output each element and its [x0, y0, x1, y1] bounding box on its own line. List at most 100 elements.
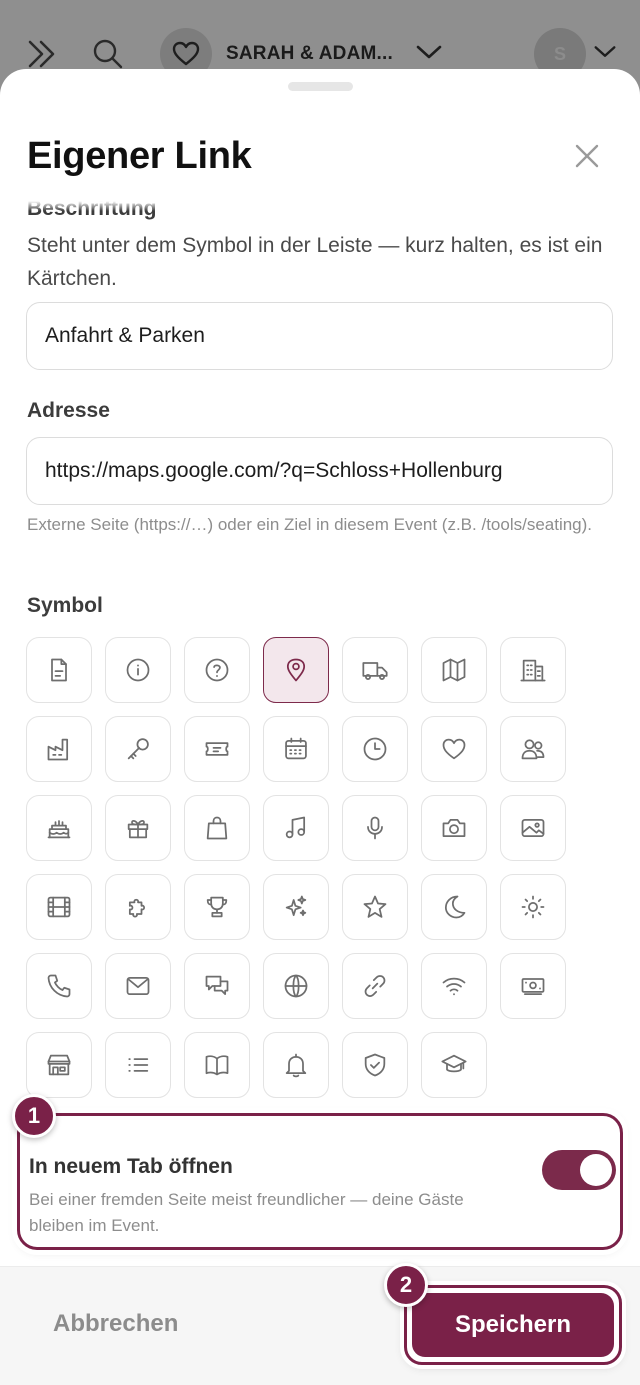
symbol-tile-globe[interactable]: [263, 953, 329, 1019]
symbol-tile-map[interactable]: [421, 637, 487, 703]
book-icon: [205, 1055, 229, 1076]
address-input[interactable]: https://maps.google.com/?q=Schloss+Holle…: [26, 437, 613, 505]
symbol-tile-sparkles[interactable]: [263, 874, 329, 940]
save-button[interactable]: Speichern: [412, 1293, 614, 1357]
users-icon: [521, 739, 545, 760]
cake-icon: [47, 820, 71, 839]
symbol-tile-factory[interactable]: [26, 716, 92, 782]
symbol-tile-phone[interactable]: [26, 953, 92, 1019]
calendar-icon: [285, 737, 307, 760]
clock-icon: [363, 737, 387, 761]
info-icon: [126, 658, 150, 682]
symbol-tile-moon[interactable]: [421, 874, 487, 940]
symbol-tile-music[interactable]: [263, 795, 329, 861]
building-icon: [520, 659, 546, 682]
camera-icon: [442, 818, 466, 838]
symbol-tile-gift[interactable]: [105, 795, 171, 861]
symbol-tile-question[interactable]: [184, 637, 250, 703]
search-icon[interactable]: [88, 34, 128, 74]
symbol-tile-shield[interactable]: [342, 1032, 408, 1098]
key-icon: [127, 738, 149, 760]
puzzle-icon: [128, 898, 145, 918]
microphone-icon: [367, 816, 383, 840]
globe-icon: [284, 974, 308, 998]
sheet-scroll-area[interactable]: Beschriftung Steht unter dem Symbol in d…: [0, 199, 640, 1251]
sheet-title: Eigener Link: [27, 135, 252, 177]
symbol-tile-graduation-cap[interactable]: [421, 1032, 487, 1098]
symbol-tile-heart[interactable]: [421, 716, 487, 782]
moon-icon: [444, 895, 466, 919]
symbol-tile-clock[interactable]: [342, 716, 408, 782]
symbol-tile-mail[interactable]: [105, 953, 171, 1019]
symbol-tile-microphone[interactable]: [342, 795, 408, 861]
step-badge-2: 2: [384, 1263, 428, 1307]
money-icon: [521, 978, 545, 996]
question-icon: [205, 658, 229, 682]
symbol-tile-trophy[interactable]: [184, 874, 250, 940]
music-icon: [285, 816, 306, 839]
sheet-drag-handle[interactable]: [288, 82, 353, 91]
phone-icon: [47, 974, 71, 998]
trophy-icon: [206, 896, 228, 918]
symbol-tile-wifi[interactable]: [421, 953, 487, 1019]
ticket-icon: [205, 742, 229, 756]
symbol-tile-store[interactable]: [26, 1032, 92, 1098]
sparkles-icon: [285, 895, 307, 917]
star-icon: [363, 895, 387, 918]
new-tab-setting[interactable]: In neuem Tab öffnen Bei einer fremden Se…: [17, 1113, 623, 1250]
wifi-icon: [442, 977, 466, 996]
symbol-tile-link[interactable]: [342, 953, 408, 1019]
symbol-tile-sun[interactable]: [500, 874, 566, 940]
symbol-tile-map-pin[interactable]: [263, 637, 329, 703]
symbol-tile-camera[interactable]: [421, 795, 487, 861]
symbol-tile-calendar[interactable]: [263, 716, 329, 782]
film-icon: [47, 896, 71, 918]
step-badge-1: 1: [12, 1094, 56, 1138]
symbol-tile-bell[interactable]: [263, 1032, 329, 1098]
symbol-tile-book[interactable]: [184, 1032, 250, 1098]
new-tab-description: Bei einer fremden Seite meist freundlich…: [29, 1190, 464, 1235]
symbol-tile-truck[interactable]: [342, 637, 408, 703]
map-icon: [442, 658, 466, 682]
event-name: SARAH & ADAM...: [226, 43, 393, 64]
cancel-button[interactable]: Abbrechen: [53, 1310, 178, 1338]
heart-icon: [442, 738, 466, 760]
symbol-tile-info[interactable]: [105, 637, 171, 703]
address-hint: Externe Seite (https://…) oder ein Ziel …: [27, 515, 593, 534]
symbol-tile-chat[interactable]: [184, 953, 250, 1019]
image-icon: [521, 818, 545, 838]
graduation-cap-icon: [441, 1054, 467, 1073]
symbol-tile-ticket[interactable]: [184, 716, 250, 782]
expand-menu-icon[interactable]: [24, 34, 64, 74]
account-chevron-down-icon[interactable]: [592, 42, 620, 66]
address-input-value: https://maps.google.com/?q=Schloss+Holle…: [45, 459, 503, 482]
new-tab-title: In neuem Tab öffnen: [29, 1155, 233, 1178]
symbol-tile-shopping-bag[interactable]: [184, 795, 250, 861]
symbol-tile-document[interactable]: [26, 637, 92, 703]
symbol-tile-film[interactable]: [26, 874, 92, 940]
bell-icon: [285, 1053, 307, 1078]
symbol-tile-building[interactable]: [500, 637, 566, 703]
symbol-tile-star[interactable]: [342, 874, 408, 940]
symbol-tile-puzzle[interactable]: [105, 874, 171, 940]
shield-icon: [364, 1053, 386, 1077]
new-tab-toggle[interactable]: [542, 1150, 616, 1190]
symbol-tile-key[interactable]: [105, 716, 171, 782]
symbol-tile-cake[interactable]: [26, 795, 92, 861]
symbol-tile-image[interactable]: [500, 795, 566, 861]
symbol-tile-money[interactable]: [500, 953, 566, 1019]
caption-input[interactable]: Anfahrt & Parken: [26, 302, 613, 370]
list-icon: [128, 1058, 149, 1072]
close-button[interactable]: [566, 137, 608, 179]
truck-icon: [362, 662, 388, 680]
symbol-tile-users[interactable]: [500, 716, 566, 782]
mail-icon: [126, 976, 150, 996]
map-pin-icon: [286, 658, 306, 682]
caption-help-text: Steht unter dem Symbol in der Leiste — k…: [27, 234, 603, 290]
link-icon: [364, 975, 386, 997]
symbol-tile-list[interactable]: [105, 1032, 171, 1098]
document-icon: [51, 658, 67, 682]
gift-icon: [127, 819, 149, 839]
close-icon: [572, 141, 602, 176]
address-label: Adresse: [27, 399, 110, 422]
